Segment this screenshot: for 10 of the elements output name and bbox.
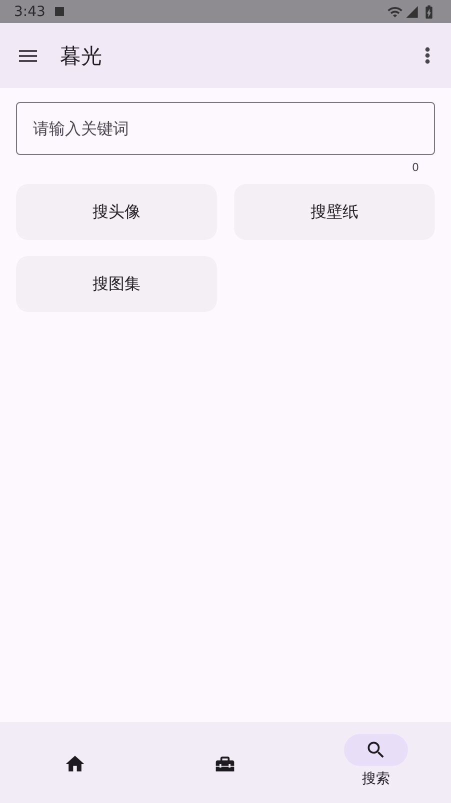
status-time: 3:43 [14,4,46,20]
search-category-button[interactable]: 搜图集 [16,256,217,312]
signal-icon [405,4,419,18]
app-title: 暮光 [60,42,102,70]
search-field[interactable]: 请输入关键词 [16,102,435,155]
more-icon [425,47,430,64]
character-counter: 0 [412,161,419,174]
notification-icon [55,7,64,16]
search-category-button[interactable]: 搜壁纸 [234,184,435,240]
search-category-button[interactable]: 搜头像 [16,184,217,240]
